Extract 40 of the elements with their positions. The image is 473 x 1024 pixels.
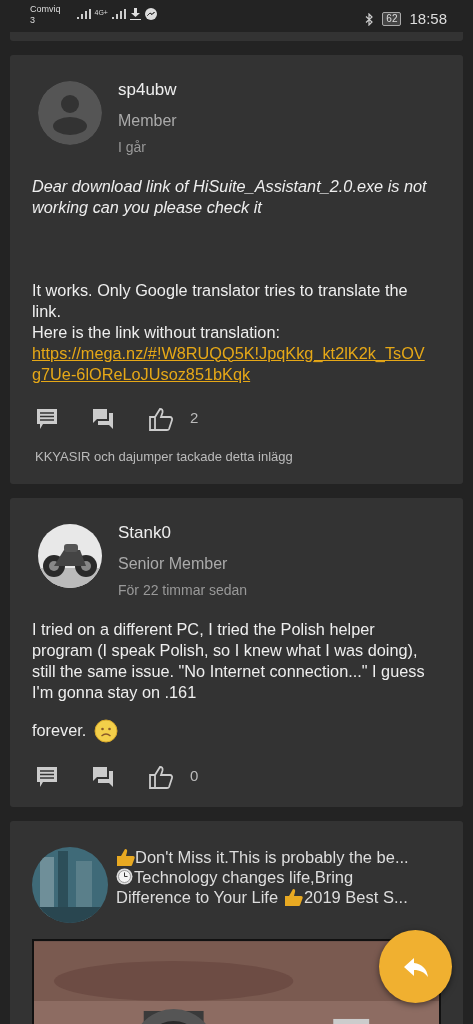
ad-text: 2019 Best S... xyxy=(304,886,408,907)
signal-icon xyxy=(76,9,91,19)
carrier-text: 3 xyxy=(30,15,36,26)
ad-title[interactable]: Don't Miss it.This is probably the be... xyxy=(135,846,409,867)
username[interactable]: Stank0 xyxy=(118,520,248,546)
thumbs-up-icon xyxy=(284,887,304,906)
chat-icon[interactable] xyxy=(92,765,114,788)
ad-text: Difference to Your Life xyxy=(116,886,279,907)
ad-text: Technology changes life,Bring xyxy=(134,866,354,887)
download-icon xyxy=(129,8,141,20)
messenger-icon xyxy=(144,8,157,20)
username[interactable]: sp4ubw xyxy=(118,77,177,103)
like-count: 2 xyxy=(190,408,199,429)
user-role: Senior Member xyxy=(118,553,229,574)
post-text: Here is the link without translation: xyxy=(32,321,281,343)
clock-time: 18:58 xyxy=(409,9,447,29)
download-link[interactable]: https://mega.nz/#!W8RUQQ5K!JpqKkg_kt2lK2k_TsOVg7Ue-6lOReLoJUsoz851bKqk xyxy=(32,342,429,385)
thumbs-up-icon[interactable] xyxy=(148,406,174,431)
post-text: forever. xyxy=(32,720,87,741)
quoted-text: Dear download link of HiSuite_Assistant_2.0.exe is not working can you please check it xyxy=(32,175,428,218)
comment-icon[interactable] xyxy=(36,407,58,430)
post-text: It works. Only Google translator tries to translate the link. xyxy=(32,279,409,322)
sad-face-icon xyxy=(94,718,119,743)
post-time: I går xyxy=(118,137,147,157)
like-count: 0 xyxy=(190,766,199,787)
post-text: I tried on a different PC, I tried the Polish helper program (I speak Polish, so I knew what I was doing), still the same issue. "No Internet connection..." I guess I'm gonna stay on .161 xyxy=(32,618,426,703)
bluetooth-icon xyxy=(365,12,375,26)
thanks-text: KKYASIR och dajumper tackade detta inlägg xyxy=(34,447,294,466)
thumbs-up-icon[interactable] xyxy=(148,764,174,789)
signal-icon xyxy=(111,9,126,19)
watch-icon xyxy=(116,868,133,885)
comment-icon[interactable] xyxy=(36,765,58,788)
post-time: För 22 timmar sedan xyxy=(118,580,248,600)
reply-icon xyxy=(402,956,429,979)
chat-icon[interactable] xyxy=(92,407,114,430)
user-role: Member xyxy=(118,110,177,131)
carrier-text: Comviq xyxy=(30,4,61,15)
thumbs-up-icon xyxy=(116,847,135,866)
battery-text: 62 xyxy=(382,12,402,27)
avatar-icon xyxy=(38,81,102,145)
